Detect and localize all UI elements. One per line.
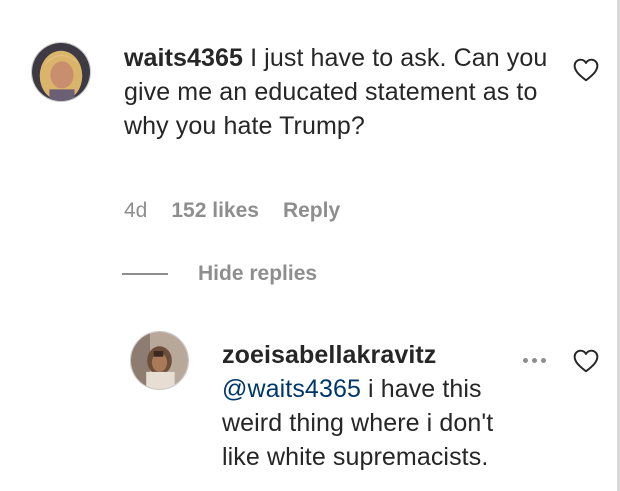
hide-replies-line xyxy=(122,273,168,275)
more-options-icon-dot xyxy=(541,358,546,363)
hide-replies-toggle[interactable]: Hide replies xyxy=(122,262,317,286)
reply-like-button[interactable] xyxy=(573,349,599,373)
replier-avatar-image xyxy=(131,332,188,389)
more-options-icon-dot xyxy=(532,358,537,363)
comment-time: 4d xyxy=(124,199,148,222)
comment-likes[interactable]: 152 likes xyxy=(171,199,259,223)
commenter-username[interactable]: waits4365 xyxy=(124,44,243,72)
reply-button[interactable]: Reply xyxy=(283,199,340,223)
replier-username[interactable]: zoeisabellakravitz xyxy=(222,338,522,372)
reply-mention[interactable]: @waits4365 xyxy=(222,375,361,403)
commenter-avatar[interactable] xyxy=(31,42,91,102)
heart-outline-icon xyxy=(573,58,599,82)
replier-avatar[interactable] xyxy=(130,331,189,390)
reply-body: zoeisabellakravitz @waits4365 i have thi… xyxy=(222,338,522,474)
reply-more-button[interactable] xyxy=(523,358,546,363)
comment-like-button[interactable] xyxy=(573,58,599,82)
heart-outline-icon xyxy=(573,349,599,373)
hide-replies-label: Hide replies xyxy=(198,262,318,285)
commenter-avatar-image xyxy=(32,43,90,101)
more-options-icon-dot xyxy=(523,358,528,363)
comment-meta: 4d 152 likes Reply xyxy=(124,199,364,223)
comment-body: waits4365 I just have to ask. Can you gi… xyxy=(124,41,554,143)
